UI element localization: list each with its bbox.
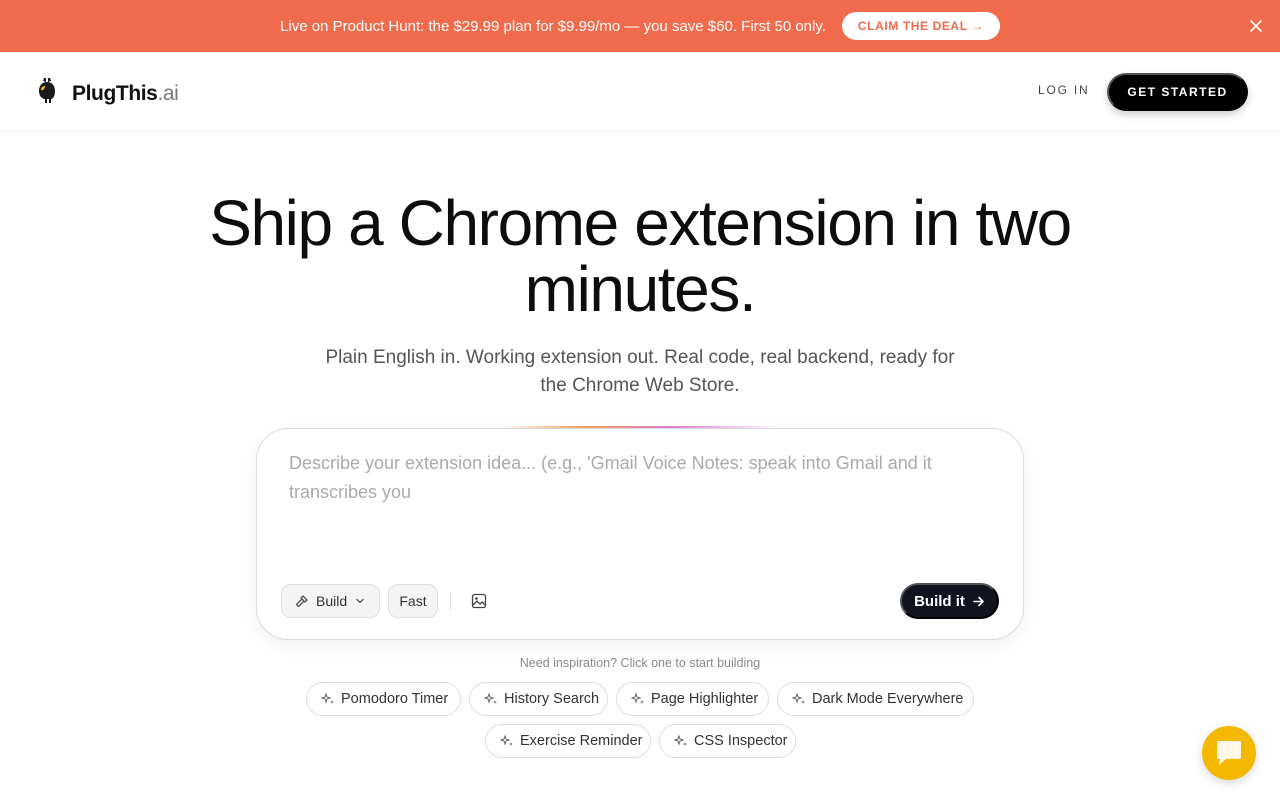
chat-button[interactable] xyxy=(1202,726,1256,780)
suggestion-chip[interactable]: Dark Mode Everywhere xyxy=(777,682,974,716)
logo-text: PlugThis.ai xyxy=(72,81,179,106)
extension-idea-input[interactable] xyxy=(289,449,989,559)
inspiration-heading: Need inspiration? Click one to start bui… xyxy=(519,656,761,670)
hero-title: Ship a Chrome extension in two minutes. xyxy=(209,187,1072,325)
sparkle-icon xyxy=(500,734,514,748)
prompt-box: Build Fast Build it xyxy=(256,428,1024,640)
promo-banner: Live on Product Hunt: the $29.99 plan fo… xyxy=(0,0,1280,52)
speed-toggle[interactable]: Fast xyxy=(388,584,438,618)
toolbar-divider xyxy=(450,592,451,610)
arrow-right-icon xyxy=(972,595,985,608)
logo-icon xyxy=(36,78,58,109)
chat-icon xyxy=(1214,739,1244,767)
suggestion-label: Exercise Reminder xyxy=(520,733,643,749)
hero-subtitle: Plain English in. Working extension out.… xyxy=(325,347,955,396)
suggestion-label: Page Highlighter xyxy=(651,691,759,707)
build-it-button[interactable]: Build it xyxy=(900,583,999,619)
logo-suffix: .ai xyxy=(157,81,179,105)
suggestion-chip[interactable]: CSS Inspector xyxy=(659,724,796,758)
build-mode-dropdown[interactable]: Build xyxy=(281,584,380,618)
claim-deal-button[interactable]: CLAIM THE DEAL → xyxy=(841,12,1000,40)
suggestion-label: Pomodoro Timer xyxy=(341,691,449,707)
navbar: PlugThis.ai LOG IN GET STARTED xyxy=(0,52,1280,132)
login-link[interactable]: LOG IN xyxy=(1038,83,1089,97)
build-it-label: Build it xyxy=(914,592,965,610)
get-started-button[interactable]: GET STARTED xyxy=(1107,73,1248,111)
suggestion-chip[interactable]: Pomodoro Timer xyxy=(306,682,461,716)
suggestion-label: History Search xyxy=(504,691,600,707)
image-icon[interactable] xyxy=(469,591,489,611)
logo-name: PlugThis xyxy=(72,81,158,105)
promo-text: Live on Product Hunt: the $29.99 plan fo… xyxy=(280,17,826,35)
chevron-down-icon xyxy=(355,596,365,606)
sparkle-icon xyxy=(674,734,688,748)
suggestion-chip[interactable]: Page Highlighter xyxy=(616,682,769,716)
sparkle-icon xyxy=(484,692,498,706)
close-icon[interactable] xyxy=(1246,16,1266,36)
sparkle-icon xyxy=(321,692,335,706)
suggestion-label: Dark Mode Everywhere xyxy=(812,691,964,707)
sparkle-icon xyxy=(631,692,645,706)
suggestion-label: CSS Inspector xyxy=(694,733,788,749)
suggestion-chip[interactable]: Exercise Reminder xyxy=(485,724,651,758)
suggestion-chip[interactable]: History Search xyxy=(469,682,608,716)
logo[interactable]: PlugThis.ai xyxy=(36,78,179,109)
build-mode-label: Build xyxy=(316,593,348,609)
hammer-icon xyxy=(294,593,310,609)
sparkle-icon xyxy=(792,692,806,706)
